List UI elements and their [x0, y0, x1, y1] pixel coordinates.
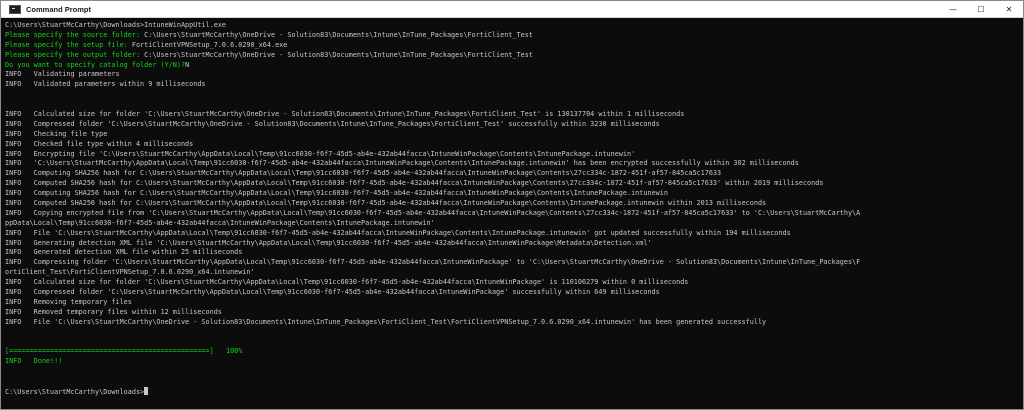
- console-line: Please specify the setup file: FortiClie…: [5, 41, 1019, 51]
- console-text: INFO Calculated size for folder 'C:\User…: [5, 278, 689, 287]
- console-line: INFO Removed temporary files within 12 m…: [5, 308, 1019, 318]
- console-text: N: [185, 60, 190, 69]
- console-line: INFO Computed SHA256 hash for C:\Users\S…: [5, 199, 1019, 209]
- console-text: ppData\Local\Temp\91cc6030-f6f7-45d5-ab4…: [5, 218, 435, 227]
- console-text: INFO Validating parameters: [5, 70, 120, 79]
- console-text: C:\Users\StuartMcCarthy\Downloads>: [5, 387, 145, 396]
- console-text: Please specify the source folder:: [5, 30, 145, 39]
- console-line: INFO Validated parameters within 9 milli…: [5, 80, 1019, 90]
- console-line: INFO Validating parameters: [5, 70, 1019, 80]
- command-prompt-window: Command Prompt — ☐ ✕ C:\Users\StuartMcCa…: [0, 0, 1024, 410]
- console-line: C:\Users\StuartMcCarthy\Downloads>Intune…: [5, 21, 1019, 31]
- console-text: Do you want to specify catalog folder (Y…: [5, 60, 186, 69]
- console-text: Please specify the output folder:: [5, 50, 145, 59]
- console-text: INFO Removed temporary files within 12 m…: [5, 307, 222, 316]
- console-line: INFO Compressed folder 'C:\Users\StuartM…: [5, 120, 1019, 130]
- console-text: INFO Checked file type within 4 millisec…: [5, 139, 194, 148]
- console-text: INFO Computing SHA256 hash for C:\Users\…: [5, 169, 722, 178]
- terminal-icon: [9, 4, 21, 14]
- maximize-button[interactable]: ☐: [967, 1, 995, 17]
- console-line: Please specify the output folder: C:\Use…: [5, 51, 1019, 61]
- console-line: INFO File 'C:\Users\StuartMcCarthy\AppDa…: [5, 229, 1019, 239]
- console-line: ortiClient_Test\FortiClientVPNSetup_7.0.…: [5, 268, 1019, 278]
- console-line: INFO Compressed folder 'C:\Users\StuartM…: [5, 288, 1019, 298]
- console-line: INFO Computed SHA256 hash for C:\Users\S…: [5, 179, 1019, 189]
- console-line: INFO Compressing folder 'C:\Users\Stuart…: [5, 258, 1019, 268]
- console-text: INFO Validated parameters within 9 milli…: [5, 80, 206, 89]
- console-line: INFO Copying encrypted file from 'C:\Use…: [5, 209, 1019, 219]
- console-text: C:\Users\StuartMcCarthy\OneDrive - Solut…: [144, 30, 533, 39]
- console-text: INFO Calculated size for folder 'C:\User…: [5, 110, 685, 119]
- console-text: INFO Compressed folder 'C:\Users\StuartM…: [5, 119, 660, 128]
- console-text: INFO Computing SHA256 hash for C:\Users\…: [5, 189, 668, 198]
- console-text: INFO Generated detection XML file within…: [5, 248, 243, 257]
- console-line: INFO Computing SHA256 hash for C:\Users\…: [5, 189, 1019, 199]
- console-line: ppData\Local\Temp\91cc6030-f6f7-45d5-ab4…: [5, 219, 1019, 229]
- console-line: INFO Generating detection XML file 'C:\U…: [5, 239, 1019, 249]
- console-text: INFO File 'C:\Users\StuartMcCarthy\AppDa…: [5, 228, 791, 237]
- console-text: INFO Generating detection XML file 'C:\U…: [5, 238, 652, 247]
- window-title: Command Prompt: [26, 4, 92, 14]
- console-text: Please specify the setup file:: [5, 40, 132, 49]
- console-line: Please specify the source folder: C:\Use…: [5, 31, 1019, 41]
- console-text: [=======================================…: [5, 347, 243, 356]
- console-output[interactable]: C:\Users\StuartMcCarthy\Downloads>Intune…: [5, 21, 1019, 409]
- console-text: INFO Compressing folder 'C:\Users\Stuart…: [5, 258, 861, 267]
- console-text: INFO File 'C:\Users\StuartMcCarthy\OneDr…: [5, 317, 767, 326]
- console-text: C:\Users\StuartMcCarthy\OneDrive - Solut…: [144, 50, 533, 59]
- console-line: INFO Removing temporary files: [5, 298, 1019, 308]
- console-line: INFO Computing SHA256 hash for C:\Users\…: [5, 169, 1019, 179]
- console-text: C:\Users\StuartMcCarthy\Downloads>Intune…: [5, 21, 226, 29]
- console-text: INFO 'C:\Users\StuartMcCarthy\AppData\Lo…: [5, 159, 799, 168]
- console-line: INFO File 'C:\Users\StuartMcCarthy\OneDr…: [5, 318, 1019, 328]
- minimize-button[interactable]: —: [939, 1, 967, 17]
- console-text: INFO Done!!!: [5, 357, 63, 366]
- console-text: INFO Computed SHA256 hash for C:\Users\S…: [5, 179, 824, 188]
- console-text: ortiClient_Test\FortiClientVPNSetup_7.0.…: [5, 268, 255, 277]
- console-text: INFO Removing temporary files: [5, 297, 132, 306]
- console-line: INFO Checked file type within 4 millisec…: [5, 140, 1019, 150]
- console-text: INFO Copying encrypted file from 'C:\Use…: [5, 208, 861, 217]
- console-line: Do you want to specify catalog folder (Y…: [5, 61, 1019, 71]
- console-text: INFO Encrypting file 'C:\Users\StuartMcC…: [5, 149, 636, 158]
- close-button[interactable]: ✕: [995, 1, 1023, 17]
- title-bar[interactable]: Command Prompt — ☐ ✕: [1, 1, 1023, 18]
- console-line: INFO Generated detection XML file within…: [5, 248, 1019, 258]
- console-text: INFO Computed SHA256 hash for C:\Users\S…: [5, 199, 767, 208]
- console-line: C:\Users\StuartMcCarthy\Downloads>: [5, 386, 1019, 397]
- console-line: INFO Calculated size for folder 'C:\User…: [5, 278, 1019, 288]
- text-cursor: [144, 386, 149, 395]
- console-line: INFO 'C:\Users\StuartMcCarthy\AppData\Lo…: [5, 159, 1019, 169]
- console-line: INFO Checking file type: [5, 130, 1019, 140]
- console-line: INFO Calculated size for folder 'C:\User…: [5, 110, 1019, 120]
- console-line: INFO Encrypting file 'C:\Users\StuartMcC…: [5, 150, 1019, 160]
- console-line: INFO Done!!!: [5, 357, 1019, 367]
- console-text: FortiClientVPNSetup_7.0.6.0290_x64.exe: [131, 40, 288, 49]
- console-text: INFO Compressed folder 'C:\Users\StuartM…: [5, 288, 660, 297]
- console-text: INFO Checking file type: [5, 129, 108, 138]
- console-line: [=======================================…: [5, 347, 1019, 357]
